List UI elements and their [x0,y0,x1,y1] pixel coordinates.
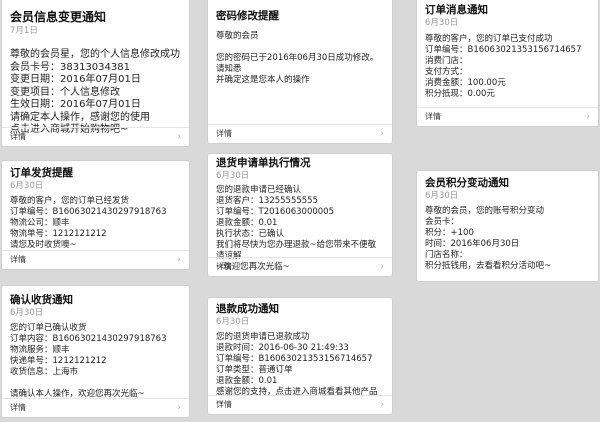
details-link[interactable]: 详情 › [2,127,189,146]
chevron-right-icon: › [380,129,384,139]
details-label: 详情 [10,132,26,141]
card-title: 会员信息变更通知 [10,10,107,24]
notification-card-receipt: 确认收货通知 6月30日 您的订单已确认收货 订单内容：B16063021430… [1,285,190,418]
details-link[interactable]: 详情 › [2,250,189,269]
chevron-right-icon: › [177,255,181,265]
details-label: 详情 [216,129,232,138]
card-title: 确认收货通知 [10,294,73,306]
card-content: 您的订单已确认收货 订单内容：B1606302143029791876​3 物流… [10,323,167,399]
card-title: 密码修改提醒 [216,10,279,22]
notification-card-member-info: 会员信息变更通知 7月1日 尊敬的会员星，您的个人信息修改成功 会员卡号：383… [1,0,190,147]
chevron-right-icon: › [177,132,181,142]
chevron-right-icon: › [586,112,590,122]
details-label: 详情 [425,112,441,121]
notification-card-shipping: 订单发货提醒 6月30日 尊敬的客户，您的订单已经发货 订单编号：B160630… [1,160,190,270]
card-date: 6月30日 [425,18,459,28]
details-link[interactable]: 详情 › [208,395,392,414]
card-date: 6月30日 [216,317,250,327]
chevron-right-icon: › [177,403,181,413]
card-date: 7月1日 [10,26,38,36]
notification-card-order: 订单消息通知 6月30日 尊敬的客户，您的订单已支付成功 订单编号：B16063… [416,0,599,127]
card-title: 订单消息通知 [425,4,488,16]
details-link[interactable]: 详情 › [417,107,598,126]
chevron-right-icon: › [380,400,384,410]
details-link[interactable]: 详情 › [208,124,392,143]
column-divider [195,0,202,422]
card-content: 尊敬的会员，您的账号积分变动 会员卡： 积分：+100 时间：2016年06月3… [425,206,552,271]
card-title: 退货申请单执行情况 [216,157,311,169]
card-content: 尊敬的会员星，您的个人信息修改成功 会员卡号：38313034381 变更日期：… [10,49,180,135]
details-label: 详情 [216,400,232,409]
details-label: 详情 [216,262,232,271]
notification-card-points: 会员积分变动通知 6月30日 尊敬的会员，您的账号积分变动 会员卡： 积分：+1… [416,170,599,282]
card-date: 6月30日 [425,191,459,201]
chevron-right-icon: › [380,262,384,272]
details-label: 详情 [10,255,26,264]
card-content: 尊敬的客户，您的订单已支付成功 订单编号：B160630213531567146… [425,34,582,99]
details-label: 详情 [10,403,26,412]
details-link[interactable]: 详情 › [2,398,189,417]
card-date: 6月30日 [216,171,250,181]
card-date: 6月30日 [10,181,44,191]
details-link[interactable]: 详情 › [208,257,392,276]
card-content: 尊敬的会员 您的密码已于2016年06月30日成功修改。请知悉 并确定这是您本人… [216,31,379,85]
card-title: 退款成功通知 [216,303,279,315]
card-date: 6月30日 [10,308,44,318]
card-title: 订单发货提醒 [10,167,73,179]
notification-card-password: 密码修改提醒 尊敬的会员 您的密码已于2016年06月30日成功修改。请知悉 并… [207,0,393,144]
card-title: 会员积分变动通知 [425,177,509,189]
notification-card-return: 退货申请单执行情况 6月30日 您的退款申请已经确认 退货客户：13255555… [207,153,393,277]
notification-card-refund: 退款成功通知 6月30日 您的退货申请已退款成功 退款时间：2016-06-30… [207,297,393,415]
card-content: 尊敬的客户，您的订单已经发货 订单编号：B1606302143029791876… [10,196,167,250]
